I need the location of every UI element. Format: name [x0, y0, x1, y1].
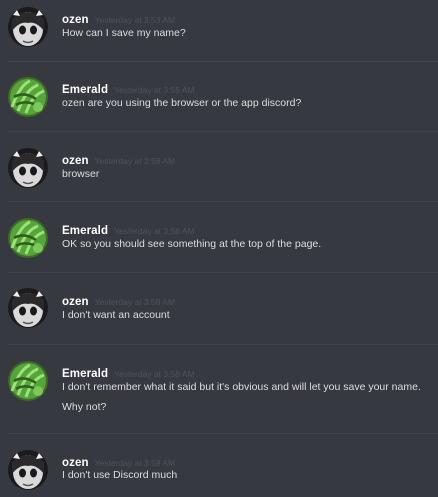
message-text: I don't use Discord much	[62, 469, 178, 481]
message-text: ozen are you using the browser or the ap…	[62, 97, 302, 109]
message-text: OK so you should see something at the to…	[62, 238, 322, 250]
ozen-avatar-icon[interactable]	[8, 450, 48, 490]
emerald-avatar-icon[interactable]	[8, 77, 48, 117]
emerald-avatar-icon[interactable]	[8, 218, 48, 258]
message-divider	[8, 61, 438, 62]
message-divider	[8, 131, 438, 132]
ozen-avatar-icon[interactable]	[8, 148, 48, 188]
ozen-avatar-icon[interactable]	[8, 288, 48, 328]
message-divider	[8, 201, 438, 202]
message-text: I don't remember what it said but it's o…	[62, 381, 421, 393]
message-divider	[8, 344, 438, 345]
ozen-avatar-icon[interactable]	[8, 7, 48, 47]
message-text: I don't want an account	[62, 309, 170, 321]
message-text: Why not?	[62, 401, 107, 413]
message-text: How can I save my name?	[62, 27, 186, 39]
chat-messages: ozen Yesterday at 3:53 AM How can I save …	[0, 0, 438, 497]
message-divider	[8, 272, 438, 273]
message-divider	[8, 433, 438, 434]
message-text: browser	[62, 168, 100, 180]
emerald-avatar-icon[interactable]	[8, 361, 48, 401]
